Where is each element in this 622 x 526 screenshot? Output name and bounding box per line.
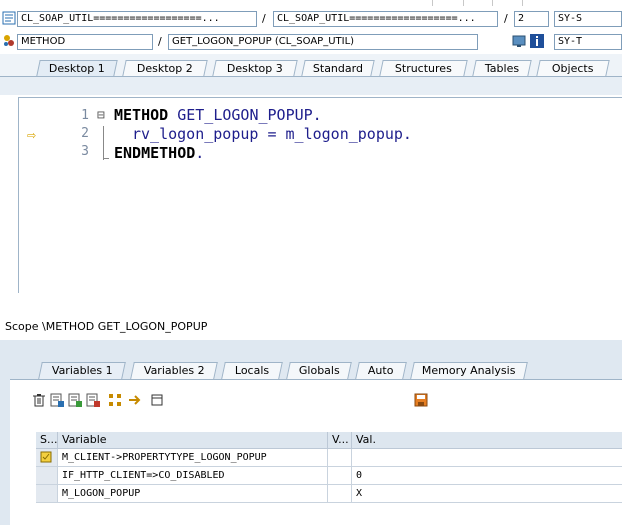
code-line-2[interactable]: rv_logon_popup = m_logon_popup. [132, 125, 412, 143]
include-field[interactable]: CL_SOAP_UTIL==================... [273, 11, 498, 27]
method-icon [4, 35, 14, 46]
tab-desktop-1[interactable]: Desktop 1 [36, 60, 118, 76]
tab-standard[interactable]: Standard [301, 60, 375, 76]
save-icon[interactable] [414, 393, 428, 407]
table-row-value[interactable]: X [352, 485, 622, 503]
tab-desktop-2[interactable]: Desktop 2 [122, 60, 208, 76]
fold-line-end [103, 158, 109, 159]
code-line-1[interactable]: METHOD GET_LOGON_POPUP. [114, 106, 322, 124]
watchpoint-icon [40, 451, 52, 463]
info-icon[interactable] [530, 34, 544, 48]
column-header-variable[interactable]: Variable [58, 432, 328, 449]
column-header-val[interactable]: Val. [352, 432, 622, 449]
desktop-tab-bar: Desktop 1 Desktop 2 Desktop 3 Standard S… [0, 54, 622, 77]
fold-line [103, 126, 104, 160]
method-name-field[interactable]: GET_LOGON_POPUP (CL_SOAP_UTIL) [168, 34, 478, 50]
table-row-variable[interactable]: M_CLIENT->PROPERTYTYPE_LOGON_POPUP [58, 449, 328, 467]
sy-field-2[interactable]: SY-T [554, 34, 622, 50]
tab-auto[interactable]: Auto [355, 362, 407, 379]
table-row-variable[interactable]: M_LOGON_POPUP [58, 485, 328, 503]
line-number-field[interactable]: 2 [514, 11, 549, 27]
scope-label: Scope \METHOD GET_LOGON_POPUP [0, 318, 622, 336]
screen-icon[interactable] [512, 34, 526, 48]
sy-field-1[interactable]: SY-S [554, 11, 622, 27]
tab-globals[interactable]: Globals [286, 362, 352, 379]
line-number: 1 [81, 108, 89, 123]
execution-arrow-icon: ⇨ [27, 129, 37, 142]
row-selector[interactable] [36, 467, 58, 485]
top-strip [0, 0, 622, 6]
variables-content: S... Variable V... Val. M_CLIENT->PROPER… [10, 379, 622, 526]
code-line-3[interactable]: ENDMETHOD. [114, 144, 204, 162]
program-icon [2, 11, 16, 25]
insert-row-icon[interactable] [50, 393, 64, 407]
clear-icon[interactable] [150, 393, 164, 407]
table-row-value[interactable]: 0 [352, 467, 622, 485]
separator: / [158, 35, 162, 48]
code-editor[interactable]: 1 2 3 ⇨ ⊟ METHOD GET_LOGON_POPUP. rv_log… [18, 97, 622, 293]
append-row-icon[interactable] [68, 393, 82, 407]
row-selector[interactable] [36, 449, 58, 467]
tab-structures[interactable]: Structures [379, 60, 468, 76]
column-header-s[interactable]: S... [36, 432, 58, 449]
table-row-v[interactable] [328, 485, 352, 503]
header-row-method: METHOD / GET_LOGON_POPUP (CL_SOAP_UTIL) … [0, 31, 622, 53]
tab-locals[interactable]: Locals [221, 362, 283, 379]
table-row-variable[interactable]: IF_HTTP_CLIENT=>CO_DISABLED [58, 467, 328, 485]
hierarchy-icon[interactable] [108, 393, 122, 407]
fold-marker-icon[interactable]: ⊟ [97, 108, 105, 123]
tab-objects[interactable]: Objects [536, 60, 610, 76]
table-row-v[interactable] [328, 467, 352, 485]
column-header-v[interactable]: V... [328, 432, 352, 449]
tab-desktop-3[interactable]: Desktop 3 [212, 60, 298, 76]
header-row-program: CL_SOAP_UTIL==================... / CL_S… [0, 8, 622, 30]
separator: / [504, 12, 508, 25]
tab-variables-2[interactable]: Variables 2 [130, 362, 218, 379]
tab-content-band [0, 77, 622, 95]
tab-variables-1[interactable]: Variables 1 [38, 362, 126, 379]
navigate-icon[interactable] [128, 393, 142, 407]
tab-memory-analysis[interactable]: Memory Analysis [410, 362, 528, 379]
program-field[interactable]: CL_SOAP_UTIL==================... [17, 11, 257, 27]
table-row-value[interactable] [352, 449, 622, 467]
tab-tables[interactable]: Tables [472, 60, 532, 76]
variables-panel: Variables 1 Variables 2 Locals Globals A… [0, 340, 622, 526]
delete-icon[interactable] [32, 393, 46, 407]
row-selector[interactable] [36, 485, 58, 503]
remove-row-icon[interactable] [86, 393, 100, 407]
table-row-v[interactable] [328, 449, 352, 467]
event-type-field[interactable]: METHOD [17, 34, 153, 50]
separator: / [262, 12, 266, 25]
line-number: 3 [81, 144, 89, 159]
line-number: 2 [81, 126, 89, 141]
